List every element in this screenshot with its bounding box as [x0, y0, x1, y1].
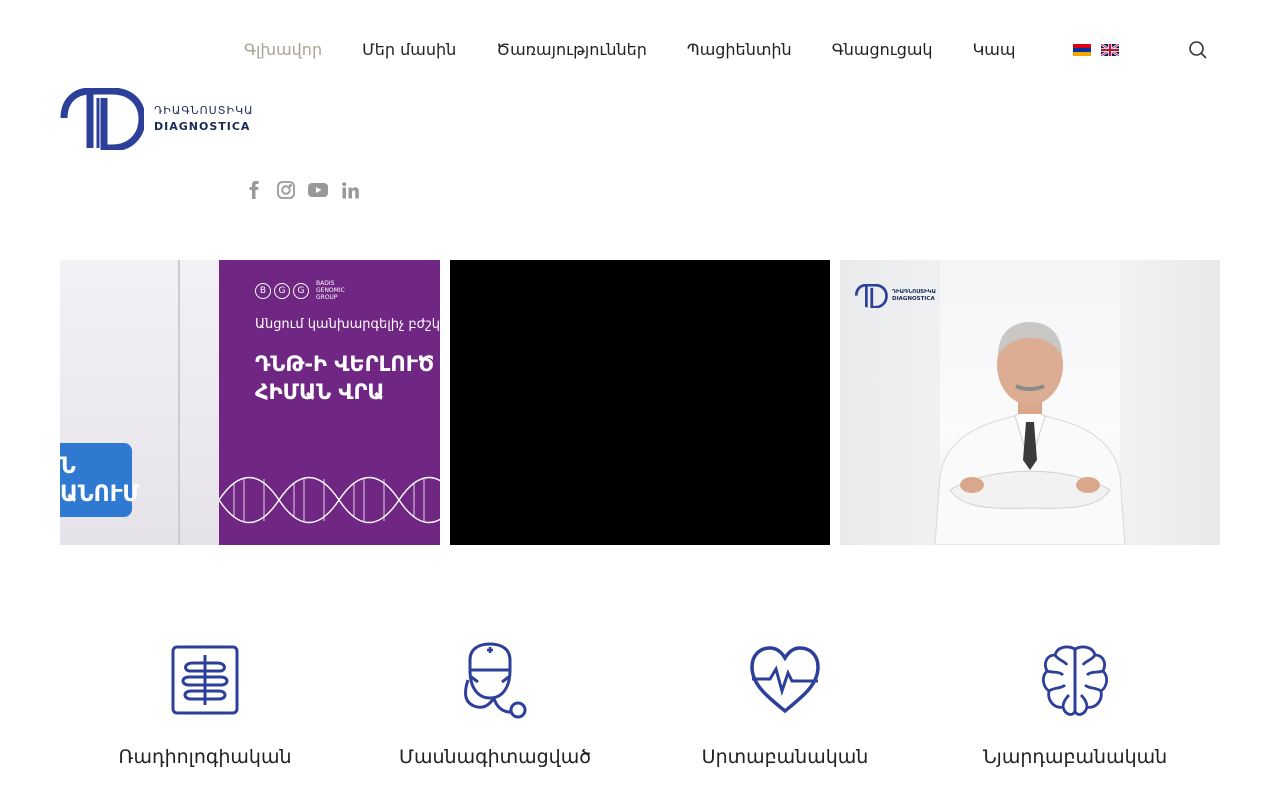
service-title: Մասնագիտացված	[398, 746, 592, 768]
social-links	[244, 180, 360, 200]
nav-item-contact[interactable]: Կապ	[973, 38, 1016, 62]
logo-text-armenian: ԴԻԱԳՆՈՍՏԻԿԱ	[154, 104, 254, 117]
logo-text-latin: DIAGNOSTICA	[154, 120, 251, 133]
doctor-icon	[455, 640, 535, 720]
site-logo[interactable]: ԴԻԱԳՆՈՍՏԻԿԱ DIAGNOSTICA	[60, 88, 254, 150]
logo-mark-icon	[60, 88, 144, 150]
nav-item-services[interactable]: Ծառայություններ	[496, 38, 647, 62]
language-switcher	[1073, 44, 1119, 56]
services-list: Ռադիոլոգիական Մասնագիտացված Սրտաբանական	[60, 640, 1220, 768]
service-title: Ռադիոլոգիական	[118, 746, 292, 768]
slide-purple-panel: BGG BADIS GENOMIC GROUP Անցում կանխարգել…	[219, 260, 440, 545]
slide-subtitle: Անցում կանխարգելիչ բժշկությ	[255, 317, 440, 332]
nav-item-prices[interactable]: Գնացուցակ	[832, 38, 933, 62]
slide-tag-line1: Ն	[60, 454, 76, 479]
bgg-logo: BGG BADIS GENOMIC GROUP	[255, 280, 440, 301]
slide-divider	[178, 260, 180, 545]
service-specialized[interactable]: Մասնագիտացված	[350, 640, 640, 768]
nav-item-patients[interactable]: Պացիենտին	[687, 38, 792, 62]
nav-item-home[interactable]: Գլխավոր	[244, 38, 322, 62]
linkedin-icon[interactable]	[340, 180, 360, 200]
doctor-portrait	[934, 322, 1126, 545]
english-flag-icon[interactable]	[1101, 44, 1119, 56]
service-cardiology[interactable]: Սրտաբանական	[640, 640, 930, 768]
dna-helix-icon	[219, 476, 440, 524]
slide-bgg[interactable]: Ն ԱՆՈՒՄ BGG BADIS GENOMIC GROUP Անցում կ…	[60, 260, 440, 545]
service-title: Սրտաբանական	[701, 746, 869, 768]
slide-video[interactable]	[450, 260, 830, 545]
slider: Ն ԱՆՈՒՄ BGG BADIS GENOMIC GROUP Անցում կ…	[60, 260, 1220, 545]
radiology-icon	[165, 640, 245, 720]
heart-pulse-icon	[745, 640, 825, 720]
youtube-icon[interactable]	[308, 180, 328, 200]
search-icon[interactable]	[1188, 40, 1208, 60]
service-radiology[interactable]: Ռադիոլոգիական	[60, 640, 350, 768]
facebook-icon[interactable]	[244, 180, 264, 200]
slide-blue-tag: Ն ԱՆՈՒՄ	[60, 443, 140, 517]
main-nav: Գլխավոր Մեր մասին Ծառայություններ Պացիեն…	[244, 38, 1055, 62]
slide-headline-2: ՀԻՄԱՆ ՎՐԱ	[255, 380, 385, 404]
slide-tag-line2: ԱՆՈՒՄ	[60, 482, 140, 507]
instagram-icon[interactable]	[276, 180, 296, 200]
service-title: Նյարդաբանական	[982, 746, 1168, 768]
service-neurology[interactable]: Նյարդաբանական	[930, 640, 1220, 768]
slide-headline-1: ԴՆԹ-Ի ՎԵՐԼՈՒԾ	[255, 352, 435, 376]
bgg-brand-small: BADIS GENOMIC GROUP	[316, 280, 345, 301]
slide-doctor[interactable]: ԴԻԱԳՆՈՍՏԻԿԱ DIAGNOSTICA	[840, 260, 1220, 545]
brain-icon	[1035, 640, 1115, 720]
armenian-flag-icon[interactable]	[1073, 44, 1091, 56]
nav-item-about[interactable]: Մեր մասին	[362, 38, 456, 62]
